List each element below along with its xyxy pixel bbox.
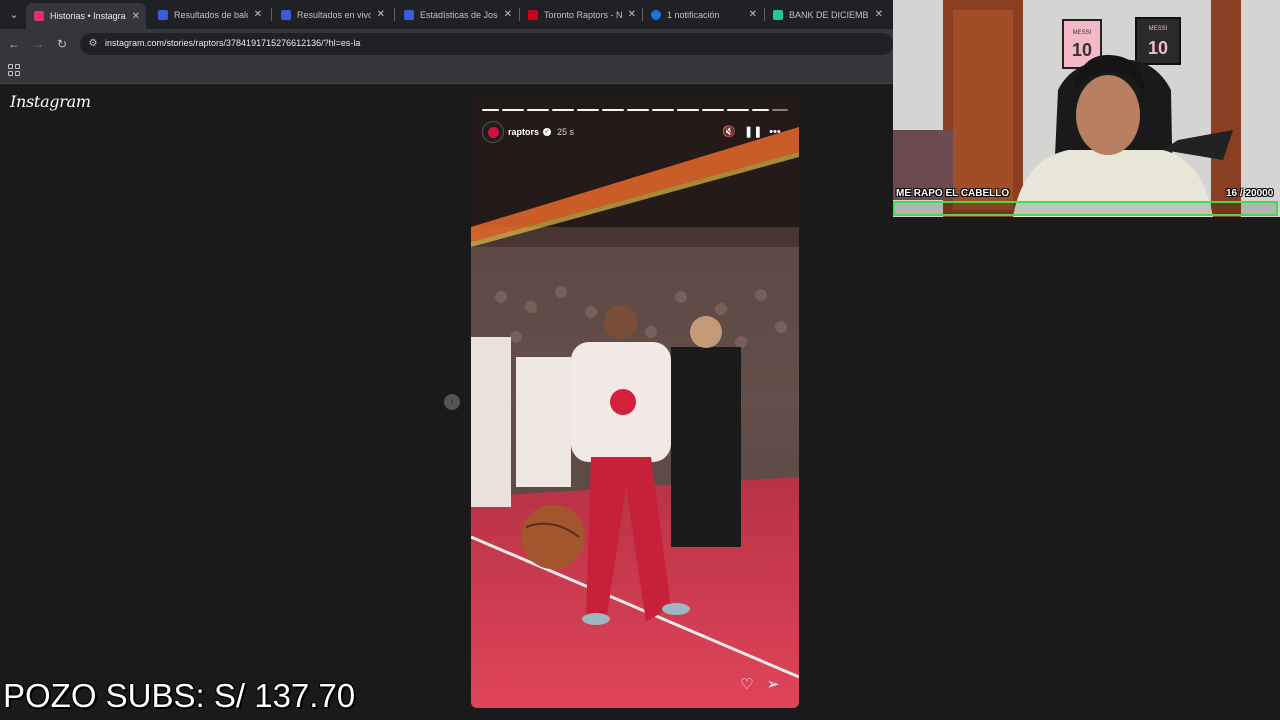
pause-icon[interactable]: ❚❚ [744,125,762,139]
sheets-favicon-icon [773,9,783,20]
progress-segment [527,109,549,111]
tab-divider [271,8,272,21]
progress-segment [482,109,499,111]
tab-list-icon[interactable]: ⌄ [6,7,22,23]
close-icon[interactable]: ✕ [749,9,757,20]
close-icon[interactable]: ✕ [628,9,636,20]
tab-title: Resultados de balonc [174,9,248,20]
close-icon[interactable]: ✕ [254,9,262,20]
progress-segment [602,109,624,111]
instagram-stories-page: Instagram ‹ raptors ✓ 25 s 🔇 ❚❚ ••• ♡ ➢ [0,84,893,720]
tab-title: BANK DE DICIEMBRE [789,9,869,20]
empty-stream-area [893,217,1280,720]
webcam-feed: MESSI 10 MESSI 10 [893,0,1280,217]
verified-icon: ✓ [543,128,552,136]
share-icon[interactable]: ➢ [764,676,782,694]
story-header: raptors ✓ 25 s [482,121,574,143]
tab-estadisticas[interactable]: Estadísticas de Josh H ✕ [396,3,518,26]
instagram-favicon-icon [34,11,44,21]
close-icon[interactable]: ✕ [377,9,385,20]
progress-segment [752,109,769,111]
jersey-text: MESSI [1073,30,1092,36]
address-bar[interactable]: ⚙ instagram.com/stories/raptors/37841917… [80,33,893,55]
progress-segment [577,109,599,111]
bookmarks-bar [0,58,893,84]
site-info-icon[interactable]: ⚙ [86,37,100,51]
jersey-number: 10 [1072,40,1092,60]
progress-segment [652,109,674,111]
avatar[interactable] [482,121,504,143]
mute-icon[interactable]: 🔇 [722,125,736,139]
tab-title: Historias • Instagram [50,11,126,21]
progress-segment [502,109,524,111]
progress-segment [627,109,649,111]
back-icon[interactable]: ← [6,36,22,52]
flashscore-favicon-icon [158,9,168,20]
notification-favicon-icon [651,9,661,20]
tab-resultados-en-vivo[interactable]: Resultados en vivo y ✕ [273,3,391,26]
close-icon[interactable]: ✕ [132,11,140,22]
progress-segment [727,109,749,111]
goal-count: 16 / 20000 [1226,188,1274,199]
apps-icon[interactable] [8,64,20,76]
subs-pool-overlay: POZO SUBS: S/ 137.70 [3,677,356,714]
story-time: 25 s [557,127,575,137]
tab-bank-diciembre[interactable]: BANK DE DICIEMBRE ✕ [765,3,889,26]
close-icon[interactable]: ✕ [504,9,512,20]
tab-strip: ⌄ Historias • Instagram ✕ Resultados de … [0,0,893,29]
prev-story-icon[interactable]: ‹ [444,394,460,410]
raptors-favicon-icon [528,9,538,20]
goal-label: ME RAPO EL CABELLO [896,188,1010,199]
tab-title: Resultados en vivo y [297,9,371,20]
instagram-logo[interactable]: Instagram [10,92,91,111]
reload-icon[interactable]: ↻ [54,36,70,52]
progress-segment [772,109,788,111]
tab-toronto-raptors[interactable]: Toronto Raptors - Ne ✕ [520,3,642,26]
jersey-number: 10 [1148,38,1168,58]
browser-toolbar: ← → ↻ ⚙ instagram.com/stories/raptors/37… [0,29,893,58]
url-text[interactable]: instagram.com/stories/raptors/3784191715… [105,38,360,48]
close-icon[interactable]: ✕ [875,9,883,20]
tab-title: Toronto Raptors - Ne [544,9,622,20]
flashscore-favicon-icon [281,9,291,20]
tab-instagram[interactable]: Historias • Instagram ✕ [26,3,146,29]
story-username[interactable]: raptors [508,127,539,137]
progress-segment [702,109,724,111]
tab-notificacion[interactable]: 1 notificación ✕ [643,3,763,26]
tab-divider [394,8,395,21]
forward-icon[interactable]: → [30,36,46,52]
jersey-text: MESSI [1149,26,1168,32]
progress-segment [552,109,574,111]
heart-icon[interactable]: ♡ [738,676,756,694]
tab-title: Estadísticas de Josh H [420,9,498,20]
tab-title: 1 notificación [667,9,720,20]
tab-resultados-baloncesto[interactable]: Resultados de balonc ✕ [150,3,268,26]
more-icon[interactable]: ••• [766,125,784,139]
story-media [471,97,799,708]
webcam-overlay: MESSI 10 MESSI 10 [893,0,1280,217]
subscriber-goal-bar [893,201,1278,216]
progress-segment [677,109,699,111]
flashscore-favicon-icon [404,9,414,20]
story-viewer[interactable]: raptors ✓ 25 s 🔇 ❚❚ ••• ♡ ➢ [471,97,799,708]
